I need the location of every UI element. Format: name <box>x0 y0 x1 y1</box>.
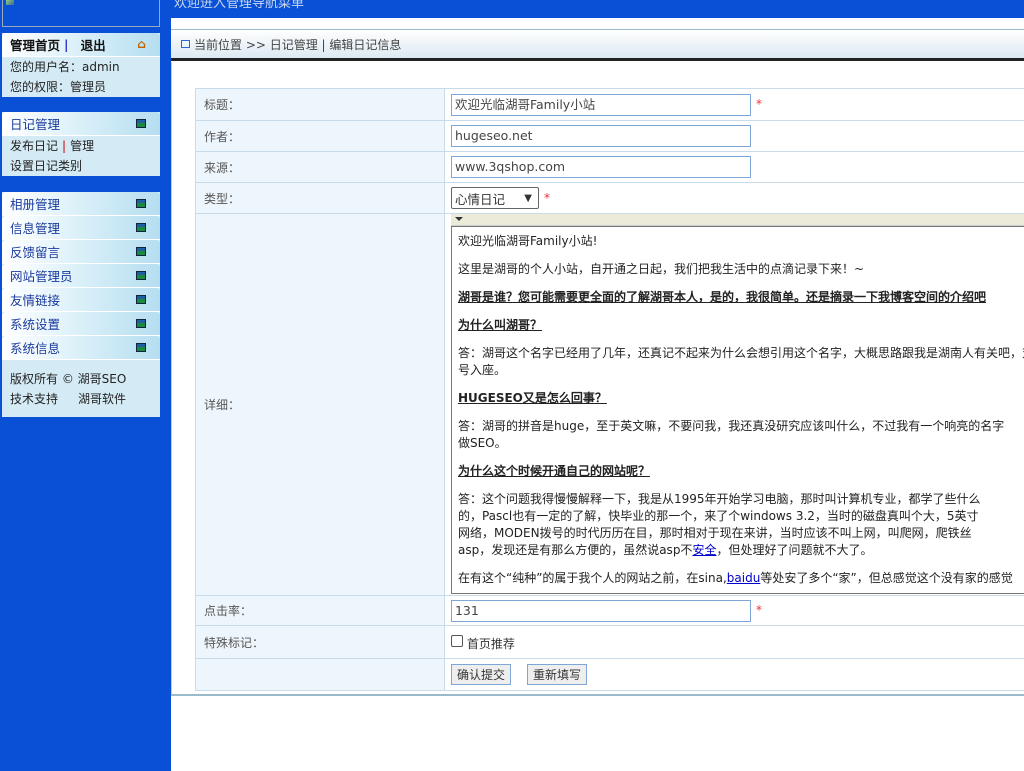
home-link[interactable]: 管理首页 <box>10 35 60 54</box>
menu-icon <box>136 223 146 232</box>
editor-heading: 为什么这个时候开通自己的网站呢？ <box>457 464 650 478</box>
chevron-down-icon: ▼ <box>524 192 532 204</box>
menu-icon <box>136 247 146 256</box>
source-input[interactable]: www.3qshop.com <box>450 156 751 178</box>
editor-text: 网络，MODEN拨号的时代历历在目，那时相对于现在来讲，当时应该不叫上网，叫爬网… <box>457 526 972 540</box>
logout-link[interactable]: 退出 <box>81 35 106 54</box>
menu-label: 网站管理员 <box>10 269 73 284</box>
menu-album[interactable]: 相册管理 <box>2 192 160 216</box>
home-panel: 管理首页 | 退出 ⌂ 您的用户名：admin 您的权限：管理员 <box>2 33 160 97</box>
required-mark: * <box>755 97 762 111</box>
role-text: 您的权限：管理员 <box>10 80 107 94</box>
menu-label: 相册管理 <box>10 197 61 212</box>
menu-label: 友情链接 <box>10 293 61 308</box>
menu-label: 系统设置 <box>10 317 61 332</box>
editor-text: 等处安了多个“家”，但总感觉这个没有家的感觉 <box>760 571 1013 585</box>
top-banner: 欢迎进入管理导航菜单 <box>171 0 1024 18</box>
menu-label: 系统信息 <box>10 341 61 356</box>
menu-icon <box>136 119 146 128</box>
diary-menu-title: 日记管理 <box>10 117 61 132</box>
detail-label: 详细： <box>195 213 445 596</box>
editor-text: 做SEO。 <box>457 436 507 450</box>
rich-text-editor[interactable]: 欢迎光临湖哥Family小站! 这里是湖哥的个人小站，自开通之日起，我们把我生活… <box>450 226 1024 594</box>
separator: | <box>62 139 67 153</box>
support-name: 湖哥软件 <box>78 392 127 406</box>
editor-text: 在有这个“纯种”的属于我个人的网站之前，在sina, <box>457 571 727 585</box>
publish-diary-link[interactable]: 发布日记 <box>10 139 58 153</box>
logo-image <box>2 0 160 27</box>
required-mark: * <box>755 603 762 617</box>
breadcrumb: 当前位置 >> 日记管理 | 编辑日记信息 <box>171 29 1024 61</box>
diary-category-link[interactable]: 设置日记类别 <box>2 156 160 176</box>
menu-icon <box>136 343 146 352</box>
baidu-link[interactable]: baidu <box>727 571 761 585</box>
monitor-icon <box>181 40 190 48</box>
security-link[interactable]: 安全 <box>692 543 716 557</box>
menu-sysinfo[interactable]: 系统信息 <box>2 336 160 360</box>
title-label: 标题： <box>195 88 445 121</box>
menu-icon <box>136 271 146 280</box>
editor-text: 号入座。 <box>457 363 506 377</box>
required-mark: * <box>543 190 550 205</box>
homepage-recommend-label[interactable]: 首页推荐 <box>467 637 515 651</box>
source-label: 来源： <box>195 151 445 183</box>
menu-panel: 相册管理 信息管理 反馈留言 网站管理员 友情链接 系统设置 系统信息 版权所有… <box>2 192 160 417</box>
menu-admins[interactable]: 网站管理员 <box>2 264 160 288</box>
editor-heading: 为什么叫湖哥？ <box>457 318 542 332</box>
username-text: 您的用户名：admin <box>10 60 120 74</box>
menu-icon <box>136 199 146 208</box>
breadcrumb-text: 当前位置 >> 日记管理 | 编辑日记信息 <box>194 37 402 52</box>
empty-cell <box>195 658 445 691</box>
support-label: 技术支持 <box>10 392 59 406</box>
clicks-input[interactable]: 131 <box>450 599 751 622</box>
editor-text: 的，Pascl也有一定的了解，快毕业的那一个，来了个windows 3.2，当时… <box>457 509 979 523</box>
reset-button[interactable]: 重新填写 <box>527 664 588 685</box>
clicks-label: 点击率： <box>195 595 445 626</box>
sidebar: 管理首页 | 退出 ⌂ 您的用户名：admin 您的权限：管理员 日记管理 发布… <box>0 0 171 771</box>
title-input[interactable]: 欢迎光临湖哥Family小站 <box>450 93 751 116</box>
type-label: 类型： <box>195 182 445 214</box>
editor-text: ，但处理好了问题就不大了。 <box>716 543 873 557</box>
menu-feedback[interactable]: 反馈留言 <box>2 240 160 264</box>
diary-menu-header[interactable]: 日记管理 <box>2 112 160 136</box>
menu-links[interactable]: 友情链接 <box>2 288 160 312</box>
type-selected: 心情日记 <box>454 191 505 207</box>
banner-alt-text: 欢迎进入管理导航菜单 <box>174 0 305 11</box>
homepage-recommend-checkbox[interactable] <box>450 634 463 647</box>
editor-heading: 湖哥是谁？您可能需要更全面的了解湖哥本人，是的，我很简单。还是摘录一下我博客空间… <box>457 290 986 304</box>
toolbar-toggle-icon[interactable] <box>454 217 463 225</box>
author-input[interactable]: hugeseo.net <box>450 125 751 147</box>
home-icon: ⌂ <box>137 37 146 51</box>
editor-paragraph: 欢迎光临湖哥Family小站! <box>457 234 598 248</box>
editor-toolbar[interactable] <box>450 214 1024 226</box>
edit-diary-form: 标题： 欢迎光临湖哥Family小站 * 作者： hugeseo.net 来源： www… <box>195 88 1024 691</box>
menu-info[interactable]: 信息管理 <box>2 216 160 240</box>
author-label: 作者： <box>195 120 445 152</box>
type-select[interactable]: 心情日记 ▼ <box>450 187 539 209</box>
special-mark-label: 特殊标记： <box>195 625 445 659</box>
menu-label: 反馈留言 <box>10 245 61 260</box>
separator: | <box>64 37 69 52</box>
copyright-text: 版权所有 © 湖哥SEO <box>10 372 127 386</box>
editor-text: 答：这个问题我得慢慢解释一下，我是从1995年开始学习电脑，那时叫计算机专业，都… <box>457 492 981 506</box>
menu-settings[interactable]: 系统设置 <box>2 312 160 336</box>
manage-diary-link[interactable]: 管理 <box>70 139 94 153</box>
diary-panel: 日记管理 发布日记 | 管理 设置日记类别 <box>2 112 160 176</box>
editor-text: 答：湖哥的拼音是huge，至于英文嘛，不要问我，我还真没研究应该叫什么，不过我有… <box>457 419 1005 433</box>
editor-text: 答：湖哥这个名字已经用了几年，还真记不起来为什么会想引用这个名字，大概思路跟我是… <box>457 346 1024 360</box>
menu-icon <box>136 295 146 304</box>
editor-paragraph: 这里是湖哥的个人小站，自开通之日起，我们把我生活中的点滴记录下来！~ <box>457 262 865 276</box>
menu-icon <box>136 319 146 328</box>
submit-button[interactable]: 确认提交 <box>450 664 511 685</box>
editor-text: asp，发现还是有那么方便的，虽然说asp不 <box>457 543 693 557</box>
editor-heading: HUGESEO又是怎么回事？ <box>457 391 607 405</box>
menu-label: 信息管理 <box>10 221 61 236</box>
broken-image-icon <box>6 0 14 5</box>
